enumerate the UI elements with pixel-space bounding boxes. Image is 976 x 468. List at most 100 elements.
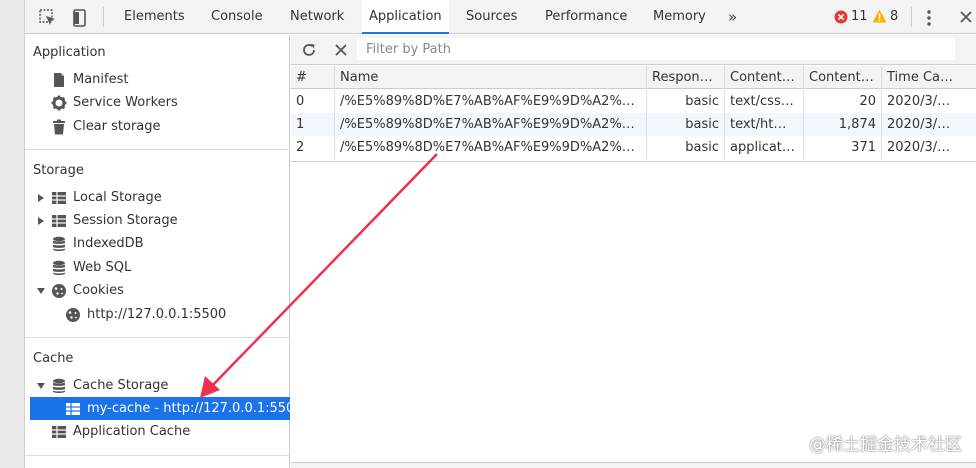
- table-row[interactable]: 1 /%E5%89%8D%E7%AB%AF%E9%9D%A2%… basic t…: [291, 113, 976, 136]
- sidebar-item-label: IndexedDB: [73, 236, 144, 251]
- sidebar-item-label: Cache Storage: [73, 378, 169, 393]
- cell-content-length: 1,874: [804, 113, 882, 136]
- table-icon: [52, 426, 66, 438]
- cell-content-length: 371: [804, 136, 882, 159]
- cell-time-cached: 2020/3/…: [887, 94, 951, 109]
- collapse-arrow-icon[interactable]: [37, 288, 45, 294]
- tab-application[interactable]: Application: [362, 0, 449, 34]
- table-icon: [52, 215, 66, 227]
- toolbar-separator: [103, 7, 104, 27]
- table-bottom-border: [291, 161, 976, 162]
- preview-pane-edge: [291, 462, 976, 468]
- more-tabs-button[interactable]: »: [728, 0, 737, 34]
- sidebar-item-label: Manifest: [73, 72, 129, 87]
- cell-response-type: basic: [647, 90, 725, 113]
- section-title-storage: Storage: [33, 163, 84, 178]
- cell-response-type: basic: [647, 113, 725, 136]
- watermark: @稀土掘金技术社区: [809, 435, 962, 455]
- refresh-icon[interactable]: [301, 42, 317, 58]
- cell-content-type: applicati…: [725, 136, 804, 159]
- filter-input[interactable]: [357, 38, 955, 60]
- warning-count[interactable]: 8: [890, 0, 898, 34]
- cell-content-length: 20: [804, 90, 882, 113]
- column-header-response-type[interactable]: Respon…: [647, 66, 725, 89]
- inspect-element-icon[interactable]: [39, 9, 57, 27]
- cell-index: 0: [291, 90, 335, 113]
- database-icon: [53, 260, 65, 275]
- sidebar-item-label: Session Storage: [73, 213, 178, 228]
- warning-icon[interactable]: [872, 9, 887, 23]
- cookie-icon: [52, 284, 66, 298]
- column-header-index[interactable]: #: [291, 66, 335, 89]
- sidebar-item-label: Application Cache: [73, 424, 191, 439]
- close-devtools-icon[interactable]: [958, 9, 974, 25]
- more-options-icon[interactable]: [927, 9, 931, 27]
- cell-response-type: basic: [647, 136, 725, 159]
- collapse-arrow-icon[interactable]: [37, 383, 45, 389]
- tab-sources[interactable]: Sources: [459, 0, 524, 34]
- sidebar-item-label: Clear storage: [73, 119, 161, 134]
- cell-name: /%E5%89%8D%E7%AB%AF%E9%9D%A2%…: [335, 90, 647, 113]
- sidebar-item-label: Cookies: [73, 283, 124, 298]
- cell-index: 2: [291, 136, 335, 159]
- left-gutter: [0, 0, 25, 468]
- cell-time-cached: 2020/3/…: [887, 140, 951, 155]
- sidebar-item-cookie-origin[interactable]: http://127.0.0.1:5500: [25, 303, 290, 326]
- sidebar-item-label: http://127.0.0.1:5500: [87, 307, 227, 322]
- gear-icon: [51, 95, 67, 111]
- sidebar-item-label: Service Workers: [73, 95, 178, 110]
- tab-performance[interactable]: Performance: [538, 0, 634, 34]
- table-row[interactable]: 2 /%E5%89%8D%E7%AB%AF%E9%9D%A2%… basic a…: [291, 136, 976, 159]
- tab-elements[interactable]: Elements: [117, 0, 192, 34]
- table-icon: [66, 403, 80, 415]
- cell-name: /%E5%89%8D%E7%AB%AF%E9%9D%A2%…: [335, 136, 647, 159]
- toolbar-separator: [911, 7, 912, 27]
- column-header-name[interactable]: Name: [335, 66, 647, 89]
- column-header-content-length[interactable]: Content…: [804, 66, 882, 89]
- error-icon[interactable]: [834, 10, 848, 24]
- devtools-toolbar: Elements Console Network Application Sou…: [25, 0, 976, 34]
- sidebar-item-cookies[interactable]: Cookies: [25, 279, 290, 302]
- tab-memory[interactable]: Memory: [646, 0, 713, 34]
- database-icon: [53, 236, 65, 251]
- sidebar-item-my-cache[interactable]: my-cache - http://127.0.0.1:5500: [30, 397, 303, 420]
- error-count[interactable]: 11: [851, 0, 868, 34]
- sidebar-item-local-storage[interactable]: Local Storage: [25, 186, 290, 209]
- sidebar-item-indexeddb[interactable]: IndexedDB: [25, 232, 290, 255]
- section-title-cache: Cache: [33, 351, 74, 366]
- sidebar-item-label: my-cache - http://127.0.0.1:5500: [87, 401, 303, 416]
- sidebar-item-application-cache[interactable]: Application Cache: [25, 420, 290, 443]
- trash-icon: [53, 119, 65, 135]
- application-sidebar: Application Manifest Service Workers Cle…: [25, 35, 303, 468]
- table-row[interactable]: 0 /%E5%89%8D%E7%AB%AF%E9%9D%A2%… basic t…: [291, 90, 976, 113]
- column-header-time-cached[interactable]: Time Ca…: [882, 66, 976, 89]
- cookie-icon: [66, 308, 80, 322]
- document-icon: [54, 73, 64, 87]
- section-divider: [25, 455, 290, 456]
- sidebar-item-manifest[interactable]: Manifest: [25, 68, 290, 91]
- device-toolbar-icon[interactable]: [71, 9, 89, 27]
- cell-index: 1: [291, 113, 335, 136]
- section-divider: [25, 149, 290, 150]
- tab-console[interactable]: Console: [204, 0, 270, 34]
- sidebar-item-service-workers[interactable]: Service Workers: [25, 91, 290, 114]
- cache-toolbar: [291, 35, 976, 65]
- cell-content-type: text/html…: [725, 113, 804, 136]
- table-icon: [52, 192, 66, 204]
- sidebar-item-web-sql[interactable]: Web SQL: [25, 256, 290, 279]
- tab-network[interactable]: Network: [283, 0, 351, 34]
- sidebar-item-label: Local Storage: [73, 190, 162, 205]
- section-title-application: Application: [33, 45, 106, 60]
- sidebar-item-cache-storage[interactable]: Cache Storage: [25, 374, 290, 397]
- expand-arrow-icon[interactable]: [38, 194, 44, 202]
- cell-name: /%E5%89%8D%E7%AB%AF%E9%9D%A2%…: [335, 113, 647, 136]
- sidebar-item-session-storage[interactable]: Session Storage: [25, 209, 290, 232]
- column-header-content-type[interactable]: Content-…: [725, 66, 804, 89]
- database-icon: [53, 378, 65, 393]
- delete-selected-icon[interactable]: [334, 43, 348, 57]
- cache-storage-view: # Name Respon… Content-… Content… Time C…: [291, 35, 976, 468]
- cell-time-cached: 2020/3/…: [887, 117, 951, 132]
- expand-arrow-icon[interactable]: [38, 217, 44, 225]
- cell-content-type: text/css;…: [725, 90, 804, 113]
- sidebar-item-clear-storage[interactable]: Clear storage: [25, 115, 290, 138]
